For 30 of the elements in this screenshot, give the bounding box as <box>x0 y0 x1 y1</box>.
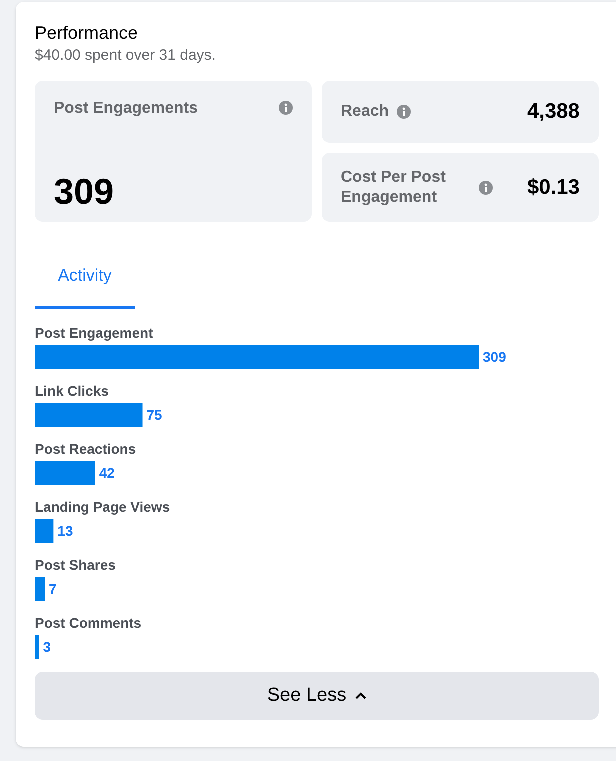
bar-label: Post Comments <box>35 615 143 632</box>
bar-value: 75 <box>146 406 162 424</box>
info-icon[interactable] <box>479 180 493 194</box>
bar-label: Landing Page Views <box>35 499 172 516</box>
chevron-up-icon <box>354 692 367 700</box>
bar <box>35 519 54 543</box>
bar-label: Post Reactions <box>35 441 138 458</box>
bar <box>35 635 40 659</box>
bar-value: 309 <box>483 348 506 366</box>
metric-label: Reach <box>341 102 390 122</box>
metric-label: Post Engagements <box>54 99 198 119</box>
card-subtitle: $40.00 spent over 31 days. <box>35 46 217 66</box>
metric-label: Cost Per Post Engagement <box>341 168 447 208</box>
bar-label: Link Clicks <box>35 383 110 400</box>
bar <box>35 461 96 485</box>
bar-label: Post Engagement <box>35 325 154 342</box>
metric-value: $0.13 <box>527 174 580 201</box>
bar-value: 7 <box>49 580 57 598</box>
metric-value: 4,388 <box>527 99 580 126</box>
bar-value: 3 <box>43 638 52 656</box>
bar <box>35 577 46 601</box>
bar-value: 13 <box>58 522 74 540</box>
card-title: Performance <box>35 22 140 44</box>
tab[interactable]: Activity <box>35 246 135 309</box>
bar-value: 42 <box>99 464 115 482</box>
bar-label: Post Shares <box>35 557 117 574</box>
info-icon[interactable] <box>279 101 293 115</box>
metric-value: 309 <box>54 174 116 210</box>
info-icon[interactable] <box>397 105 412 119</box>
see-less-button[interactable]: See Less <box>35 672 599 720</box>
